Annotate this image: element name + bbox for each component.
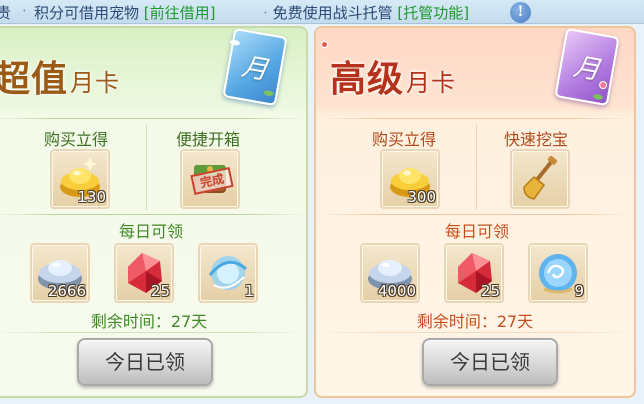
notice-auto-text: 免费使用战斗托管 [272, 4, 393, 22]
daily-reward-slot[interactable]: 9 [528, 243, 588, 303]
divider [476, 124, 477, 210]
item-quantity: 1 [244, 282, 254, 300]
card-title-suffix: 月卡 [70, 69, 121, 97]
perk-slot[interactable] [510, 149, 570, 209]
leaf-decoration [592, 93, 604, 101]
card-title-main: 高级 [330, 58, 405, 100]
claimed-today-button[interactable]: 今日已领 [77, 338, 213, 386]
item-quantity: 130 [77, 188, 106, 206]
item-quantity: 25 [480, 282, 500, 300]
leaf-decoration [263, 89, 275, 97]
daily-reward-slot[interactable]: 25 [114, 243, 174, 303]
divider [316, 332, 634, 333]
shovel-icon [523, 155, 557, 200]
notice-pet-text: 积分可借用宠物 [34, 4, 140, 22]
card-title: 超值月卡 [0, 50, 120, 102]
notice-item-auto: · 免费使用战斗托管 [托管功能] [263, 2, 469, 23]
item-quantity: 2666 [47, 282, 86, 300]
divider [0, 332, 306, 333]
divider [316, 118, 634, 119]
remaining-time: 剩余时间：27天 [416, 312, 534, 331]
daily-reward-slot[interactable]: 25 [444, 243, 504, 303]
info-icon[interactable]: ! [510, 2, 531, 23]
perk-label: 便捷开箱 [176, 130, 241, 149]
instant-reward-label: 购买立得 [44, 130, 109, 149]
divider [316, 214, 634, 215]
card-title: 高级月卡 [330, 50, 456, 102]
auto-battle-link[interactable]: [托管功能] [397, 4, 469, 22]
perk-label: 快速挖宝 [504, 130, 569, 149]
claimed-today-button[interactable]: 今日已领 [422, 338, 558, 386]
notice-dot: · [22, 2, 27, 20]
divider [146, 124, 147, 210]
item-quantity: 4000 [377, 282, 416, 300]
notice-bar: 贵 · 积分可借用宠物 [前往借用] · 免费使用战斗托管 [托管功能] ! [0, 0, 644, 24]
notice-item-pet: 积分可借用宠物 [前往借用] [34, 2, 216, 23]
instant-reward-label: 购买立得 [372, 130, 437, 149]
card-title-suffix: 月卡 [406, 69, 457, 97]
daily-reward-label: 每日可领 [118, 222, 183, 241]
card-title-main: 超值 [0, 58, 69, 100]
premium-monthly-card: 高级月卡 月 购买立得 快速挖宝 300 每日可领 4000 25 9 剩余时间… [314, 26, 636, 398]
value-monthly-card: 超值月卡 月 购买立得 便捷开箱 130 完成 每日可领 2666 25 1 剩… [0, 26, 308, 398]
daily-reward-label: 每日可领 [444, 222, 509, 241]
instant-reward-slot[interactable]: 130 [50, 149, 110, 209]
item-quantity: 25 [150, 282, 170, 300]
daily-reward-slot[interactable]: 2666 [30, 243, 90, 303]
remaining-time: 剩余时间：27天 [90, 312, 208, 331]
daily-reward-slot[interactable]: 1 [198, 243, 258, 303]
divider [0, 118, 306, 119]
item-quantity: 9 [574, 282, 584, 300]
notice-dot: · [263, 4, 268, 22]
item-quantity: 300 [407, 188, 436, 206]
notice-truncated-text: 贵 [0, 2, 11, 23]
instant-reward-slot[interactable]: 300 [380, 149, 440, 209]
badge-char: 月 [239, 51, 271, 86]
notification-dot-icon [321, 41, 328, 48]
divider [0, 214, 306, 215]
perk-slot[interactable]: 完成 [180, 149, 240, 209]
borrow-pet-link[interactable]: [前往借用] [144, 4, 216, 22]
daily-reward-slot[interactable]: 4000 [360, 243, 420, 303]
